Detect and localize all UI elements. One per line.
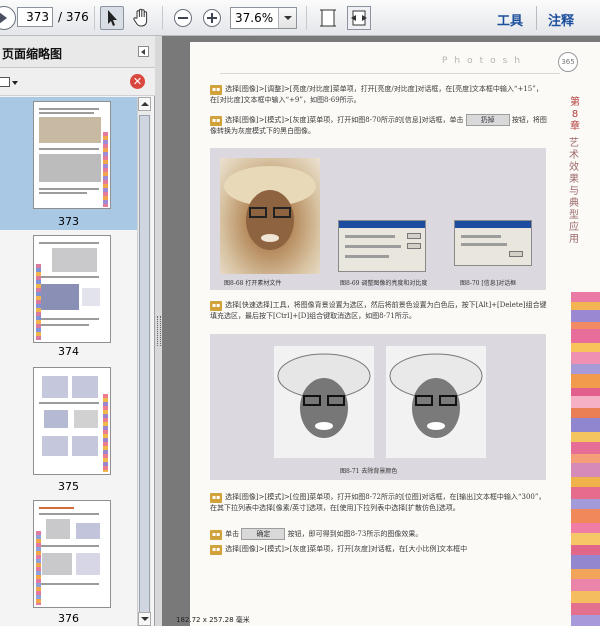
thumbnail-list: 373 374 375 376: [0, 97, 137, 626]
fit-page-button[interactable]: [316, 6, 340, 30]
scroll-up-icon[interactable]: [138, 97, 151, 111]
step-tag: ▪▪: [210, 545, 223, 555]
options-menu-icon[interactable]: [0, 74, 20, 90]
step-tag: ▪▪: [210, 116, 223, 126]
running-header: Photosh: [442, 56, 528, 66]
color-stripes: [571, 292, 600, 626]
page-thumbnail[interactable]: [33, 367, 111, 475]
page-thumbnail[interactable]: [33, 235, 111, 343]
header-rule: [220, 73, 560, 74]
toolbar-divider: [162, 6, 163, 30]
paragraph: ▪▪ 选择[图像]>[模式]>[灰度]菜单项，打开[灰度]对话框，在[大小比例]文…: [210, 544, 548, 555]
page-size-text: 182.72 x 257.28 毫米: [176, 616, 250, 624]
thumbnail-item-374[interactable]: 374: [0, 230, 137, 363]
next-page-icon[interactable]: [0, 6, 16, 30]
zoom-level-field[interactable]: 37.6%: [230, 7, 297, 29]
hand-icon: [133, 8, 148, 27]
figure-caption: 图8-68 打开素材文件: [224, 280, 282, 287]
paragraph-text: 选择[图像]>[模式]>[灰度]菜单项，打开如图8-70所示的[信息]对话框，单…: [225, 116, 464, 124]
panel-title: 页面缩略图: [2, 47, 63, 61]
cursor-arrow-icon: [108, 10, 117, 26]
main-toolbar: 373 / 376 37.6% 工具 注释: [0, 0, 600, 36]
grayscale-photo-after: [389, 353, 483, 438]
paragraph: ▪▪ 选择[快速选择]工具，将图像背景设置为选区，然后将前景色设置为白色后，按下[…: [210, 300, 548, 321]
page-number: 365: [558, 52, 578, 72]
chapter-title: 艺术效果与典型应用: [569, 138, 579, 245]
collapse-panel-icon[interactable]: [138, 46, 149, 57]
hand-tool[interactable]: [129, 6, 153, 30]
single-page-icon: [320, 9, 336, 27]
chevron-down-icon[interactable]: [278, 8, 296, 28]
page-thumbnail[interactable]: [33, 500, 111, 608]
thumbnail-item-376[interactable]: 376: [0, 496, 137, 626]
tools-menu[interactable]: 工具: [497, 10, 523, 29]
portrait-photo: [224, 166, 316, 250]
page-total: / 376: [58, 10, 89, 24]
paragraph-text: 选择[快速选择]工具，将图像背景设置为选区，然后将前景色设置为白色后，按下[Al…: [210, 301, 547, 320]
page-number-input[interactable]: 373: [17, 7, 53, 27]
thumbnail-label: 374: [58, 345, 79, 358]
thumbnail-label: 373: [58, 215, 79, 228]
paragraph: ▪▪ 选择[图像]>[调整]>[亮度/对比度]菜单项，打开[亮度/对比度]对话框，…: [210, 84, 548, 105]
fit-width-icon: [351, 10, 367, 26]
toolbar-divider: [306, 6, 307, 30]
step-tag: ▪▪: [210, 85, 223, 95]
toolbar-divider: [536, 6, 537, 30]
inline-button-label: 确定: [241, 528, 286, 540]
delete-page-icon[interactable]: ✕: [130, 74, 145, 89]
fit-width-button[interactable]: [347, 6, 371, 30]
figure-caption: 图8-69 调整图像的亮度和对比度: [340, 280, 428, 287]
step-tag: ▪▪: [210, 493, 223, 503]
figure-group: 图8-68 打开素材文件 图8-69 调整图像的亮度和对比度 图8-70 [信息…: [210, 148, 546, 290]
thumbnail-item-373[interactable]: 373: [0, 97, 137, 230]
paragraph-text: 按钮，即可得到如图8-73所示的图像效果。: [287, 530, 423, 538]
paragraph: ▪▪ 选择[图像]>[模式]>[位图]菜单项，打开如图8-72所示的[位图]对话框…: [210, 492, 548, 513]
status-bar: 182.72 x 257.28 毫米: [0, 616, 600, 626]
panel-splitter[interactable]: [155, 36, 162, 626]
comment-menu[interactable]: 注释: [548, 10, 574, 29]
grayscale-photo-before: [277, 353, 371, 438]
dialog-screenshot: [454, 220, 532, 266]
paragraph: ▪▪ 单击 确定 按钮，即可得到如图8-73所示的图像效果。: [210, 528, 548, 540]
paragraph-text: 选择[图像]>[模式]>[位图]菜单项，打开如图8-72所示的[位图]对话框，在…: [210, 493, 546, 512]
thumbnail-scrollbar[interactable]: [137, 97, 151, 626]
figure-image: [274, 346, 374, 458]
panel-toolbar: ✕: [0, 68, 155, 96]
pdf-page: Photosh 365 第8章 艺术效果与典型应用 ▪▪ 选择[图像]>[调整]…: [190, 42, 600, 626]
paragraph-text: 单击: [225, 530, 240, 538]
figure-caption: 图8-70 [信息]对话框: [460, 280, 517, 287]
figure-image: [220, 158, 320, 274]
paragraph: ▪▪ 选择[图像]>[模式]>[灰度]菜单项，打开如图8-70所示的[信息]对话框…: [210, 114, 548, 136]
dialog-screenshot: [338, 220, 426, 272]
thumbnail-label: 375: [58, 480, 79, 493]
figure-image: [386, 346, 486, 458]
inline-button-label: 扔掉: [465, 114, 510, 126]
chapter-label: 第8章: [570, 97, 580, 132]
select-arrow-tool[interactable]: [100, 6, 124, 30]
paragraph-text: 选择[图像]>[调整]>[亮度/对比度]菜单项，打开[亮度/对比度]对话框，在[…: [210, 85, 543, 104]
toolbar-divider: [94, 6, 95, 30]
zoom-out-button[interactable]: [174, 9, 192, 27]
document-view[interactable]: Photosh 365 第8章 艺术效果与典型应用 ▪▪ 选择[图像]>[调整]…: [162, 36, 600, 626]
figure-group: 图8-71 去除背景颜色: [210, 334, 546, 480]
zoom-value: 37.6%: [235, 11, 274, 25]
panel-header: 页面缩略图: [0, 36, 155, 68]
step-tag: ▪▪: [210, 530, 223, 540]
thumbnail-panel: 页面缩略图 ✕ 373 374 375 376: [0, 36, 155, 626]
step-tag: ▪▪: [210, 301, 223, 311]
thumbnail-item-375[interactable]: 375: [0, 363, 137, 496]
page-thumbnail[interactable]: [33, 101, 111, 209]
figure-caption: 图8-71 去除背景颜色: [340, 468, 398, 475]
scroll-thumb[interactable]: [139, 115, 150, 615]
zoom-in-button[interactable]: [203, 9, 221, 27]
paragraph-text: 选择[图像]>[模式]>[灰度]菜单项，打开[灰度]对话框，在[大小比例]文本框…: [225, 545, 468, 553]
